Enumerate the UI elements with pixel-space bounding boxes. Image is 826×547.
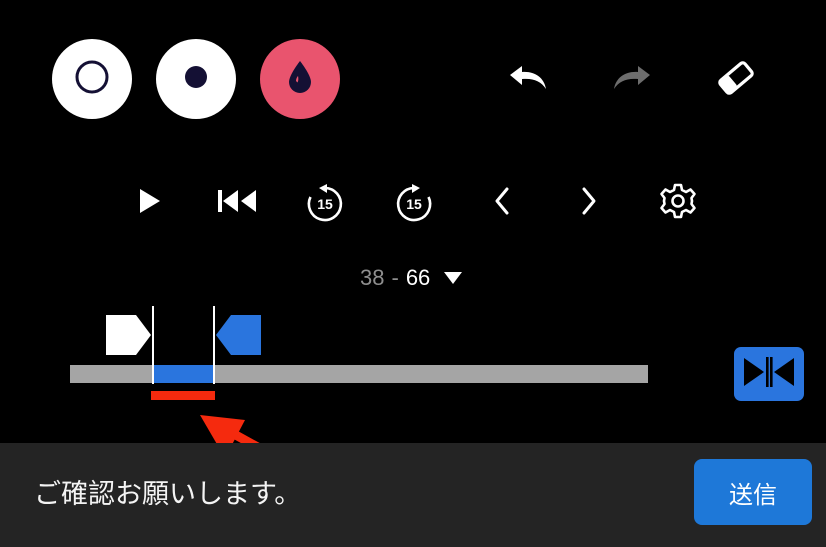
play-icon bbox=[137, 187, 163, 219]
outline-circle-tool-button[interactable] bbox=[52, 39, 132, 119]
forward-15-label: 15 bbox=[406, 196, 422, 212]
collapse-horizontal-icon bbox=[740, 355, 798, 393]
caret-down-icon bbox=[444, 272, 463, 284]
skip-to-start-icon bbox=[216, 189, 258, 217]
range-end-value: 66 bbox=[405, 265, 431, 290]
redo-icon bbox=[610, 63, 654, 97]
eraser-icon bbox=[714, 56, 758, 104]
forward-15-button[interactable]: 15 bbox=[392, 181, 436, 225]
dot-icon bbox=[181, 62, 211, 96]
skip-to-start-button[interactable] bbox=[215, 181, 259, 225]
fit-selection-button[interactable] bbox=[734, 347, 804, 401]
range-start-value: 38 bbox=[360, 265, 385, 290]
annotation-red-bar bbox=[151, 391, 215, 400]
fill-tool-button[interactable] bbox=[260, 39, 340, 119]
chevron-right-icon bbox=[579, 186, 599, 220]
play-button[interactable] bbox=[128, 181, 172, 225]
eraser-button[interactable] bbox=[714, 58, 758, 102]
settings-button[interactable] bbox=[656, 181, 700, 225]
next-button[interactable] bbox=[567, 181, 611, 225]
drop-icon bbox=[285, 59, 315, 99]
start-marker-line-overlay bbox=[152, 365, 154, 383]
send-button[interactable]: 送信 bbox=[694, 459, 812, 525]
undo-icon bbox=[506, 63, 550, 97]
footer-message: ご確認お願いします。 bbox=[34, 479, 302, 510]
gear-icon bbox=[659, 182, 697, 224]
start-handle[interactable] bbox=[106, 315, 152, 355]
range-selector[interactable]: 38 - 66 bbox=[360, 262, 463, 294]
ring-icon bbox=[72, 57, 112, 101]
end-marker-line-overlay bbox=[213, 365, 215, 383]
forward-15-icon: 15 bbox=[394, 183, 434, 223]
end-handle[interactable] bbox=[215, 315, 261, 355]
undo-button[interactable] bbox=[506, 58, 550, 102]
previous-button[interactable] bbox=[480, 181, 524, 225]
range-separator: - bbox=[391, 265, 399, 290]
rewind-15-icon: 15 bbox=[305, 183, 345, 223]
dot-tool-button[interactable] bbox=[156, 39, 236, 119]
rewind-15-button[interactable]: 15 bbox=[303, 181, 347, 225]
chevron-left-icon bbox=[492, 186, 512, 220]
redo-button[interactable] bbox=[610, 58, 654, 102]
rewind-15-label: 15 bbox=[317, 196, 333, 212]
timeline-selection bbox=[153, 365, 214, 383]
